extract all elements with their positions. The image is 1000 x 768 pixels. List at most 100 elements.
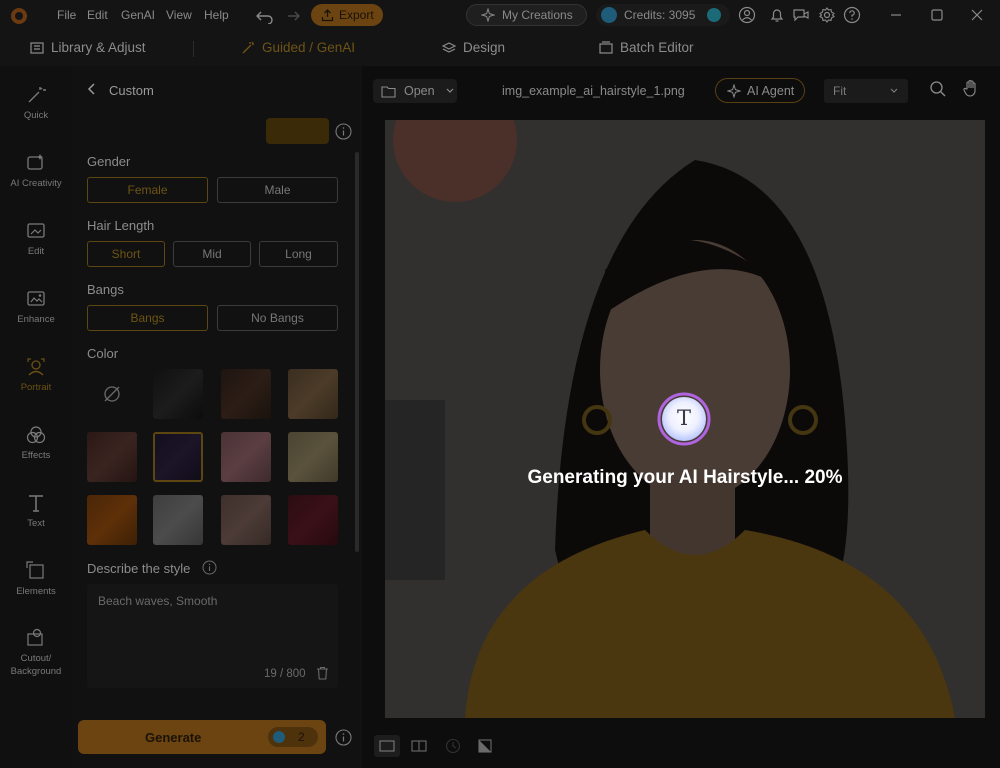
effects-icon (26, 426, 46, 444)
panel-title: Custom (109, 83, 154, 98)
color-swatch-black[interactable] (153, 369, 203, 419)
rail-item-elements[interactable]: Elements (0, 560, 72, 597)
my-creations-button[interactable]: My Creations (466, 4, 587, 26)
rail-label: Effects (21, 450, 51, 461)
generate-info-icon[interactable] (335, 729, 352, 746)
gender-female-button[interactable]: Female (87, 177, 208, 203)
tab-batch-editor[interactable]: Batch Editor (599, 40, 694, 55)
preset-toggle[interactable] (266, 118, 329, 144)
color-swatch-light-brown[interactable] (288, 369, 338, 419)
pan-hand-icon[interactable] (962, 79, 980, 98)
credits-indicator[interactable]: Credits: 3095 (596, 4, 730, 26)
edit-image-icon (27, 223, 45, 238)
cutout-icon (27, 628, 43, 646)
tab-guided-genai[interactable]: Guided / GenAI (241, 40, 355, 55)
zoom-value: Fit (833, 84, 847, 98)
search-icon[interactable] (929, 80, 947, 98)
menu-edit[interactable]: Edit (87, 8, 108, 22)
panel-scrollbar[interactable] (355, 152, 359, 552)
gender-male-button[interactable]: Male (217, 177, 338, 203)
bangs-button[interactable]: Bangs (87, 305, 208, 331)
text-icon (29, 495, 43, 512)
rail-label: Quick (23, 110, 49, 121)
color-swatch-blonde[interactable] (288, 432, 338, 482)
undo-icon[interactable] (256, 8, 274, 24)
rail-item-quick[interactable]: Quick (0, 84, 72, 121)
color-swatch-dark-brown[interactable] (221, 369, 271, 419)
tab-label: Guided / GenAI (262, 40, 356, 55)
portrait-icon (27, 358, 45, 376)
single-view-button[interactable] (374, 735, 400, 757)
info-icon[interactable] (335, 123, 352, 140)
credits-label: Credits: 3095 (624, 8, 696, 22)
export-icon (321, 8, 334, 21)
hairstyle-settings-panel: Custom Gender Female Male Hair Length Sh… (72, 66, 362, 768)
minimize-icon[interactable] (887, 6, 907, 26)
color-swatch-rose-gold[interactable] (221, 495, 271, 545)
tab-label: Library & Adjust (51, 40, 146, 55)
close-icon[interactable] (968, 6, 988, 26)
rail-label: Text (27, 518, 45, 529)
clear-text-trash-icon[interactable] (316, 666, 329, 680)
settings-gear-icon[interactable] (818, 6, 838, 26)
rail-item-portrait[interactable]: Portrait (0, 356, 72, 393)
hair-length-long-button[interactable]: Long (259, 241, 338, 267)
color-swatch-purple[interactable] (153, 432, 203, 482)
style-description-input[interactable]: Beach waves, Smooth 19 / 800 (87, 584, 338, 688)
single-view-icon (379, 740, 395, 752)
rail-label: Edit (27, 246, 45, 257)
tab-library-adjust[interactable]: Library & Adjust (30, 40, 146, 55)
color-swatch-crimson[interactable] (288, 495, 338, 545)
color-swatch-silver[interactable] (153, 495, 203, 545)
color-swatch-auburn[interactable] (87, 432, 137, 482)
color-swatch-pink[interactable] (221, 432, 271, 482)
enhance-icon (27, 291, 45, 306)
tab-design[interactable]: Design (442, 40, 505, 55)
generation-spinner: T (656, 391, 712, 447)
compare-view-icon[interactable] (406, 735, 432, 757)
rail-item-enhance[interactable]: Enhance (0, 288, 72, 325)
back-chevron-icon[interactable] (86, 82, 98, 96)
no-color-icon (104, 386, 120, 402)
menu-genai[interactable]: GenAI (121, 8, 155, 22)
before-after-icon[interactable] (474, 735, 496, 757)
add-credits-icon[interactable] (707, 8, 722, 22)
export-button[interactable]: Export (311, 4, 383, 26)
notification-bell-icon[interactable] (768, 6, 788, 26)
rail-item-text[interactable]: Text (0, 492, 72, 529)
menu-help[interactable]: Help (204, 8, 229, 22)
hair-length-short-button[interactable]: Short (87, 241, 165, 267)
color-swatch-none[interactable] (87, 369, 137, 419)
redo-icon[interactable] (282, 8, 300, 24)
rail-label: Cutout/ Background (10, 653, 62, 677)
tool-rail: Quick AI Creativity Edit Enhance Portrai… (0, 66, 73, 768)
ai-creativity-icon (27, 154, 43, 170)
history-icon[interactable] (442, 735, 464, 757)
color-swatch-orange[interactable] (87, 495, 137, 545)
open-dropdown[interactable]: Open (373, 79, 457, 103)
rail-item-edit[interactable]: Edit (0, 220, 72, 257)
generate-cost: 2 (298, 730, 305, 744)
describe-style-label: Describe the style (87, 561, 191, 576)
rail-label: AI Creativity (10, 178, 62, 189)
menu-file[interactable]: File (57, 8, 76, 22)
help-icon[interactable] (843, 6, 863, 26)
maximize-icon[interactable] (928, 6, 948, 26)
my-creations-label: My Creations (502, 8, 573, 22)
no-bangs-button[interactable]: No Bangs (217, 305, 338, 331)
ai-agent-label: AI Agent (747, 83, 795, 98)
hair-length-mid-button[interactable]: Mid (173, 241, 251, 267)
menu-view[interactable]: View (166, 8, 192, 22)
share-icon[interactable] (792, 6, 812, 26)
ai-agent-button[interactable]: AI Agent (715, 78, 805, 103)
describe-info-icon[interactable] (202, 560, 217, 575)
credit-coin-icon (273, 731, 285, 743)
folder-icon (381, 85, 396, 98)
hair-length-label: Hair Length (87, 218, 155, 233)
rail-item-cutout-background[interactable]: Cutout/ Background (0, 626, 72, 678)
generate-button[interactable]: Generate 2 (78, 720, 326, 754)
rail-item-effects[interactable]: Effects (0, 424, 72, 461)
rail-item-ai-creativity[interactable]: AI Creativity (0, 152, 72, 189)
account-icon[interactable] (738, 6, 758, 26)
zoom-select[interactable]: Fit (824, 79, 908, 103)
